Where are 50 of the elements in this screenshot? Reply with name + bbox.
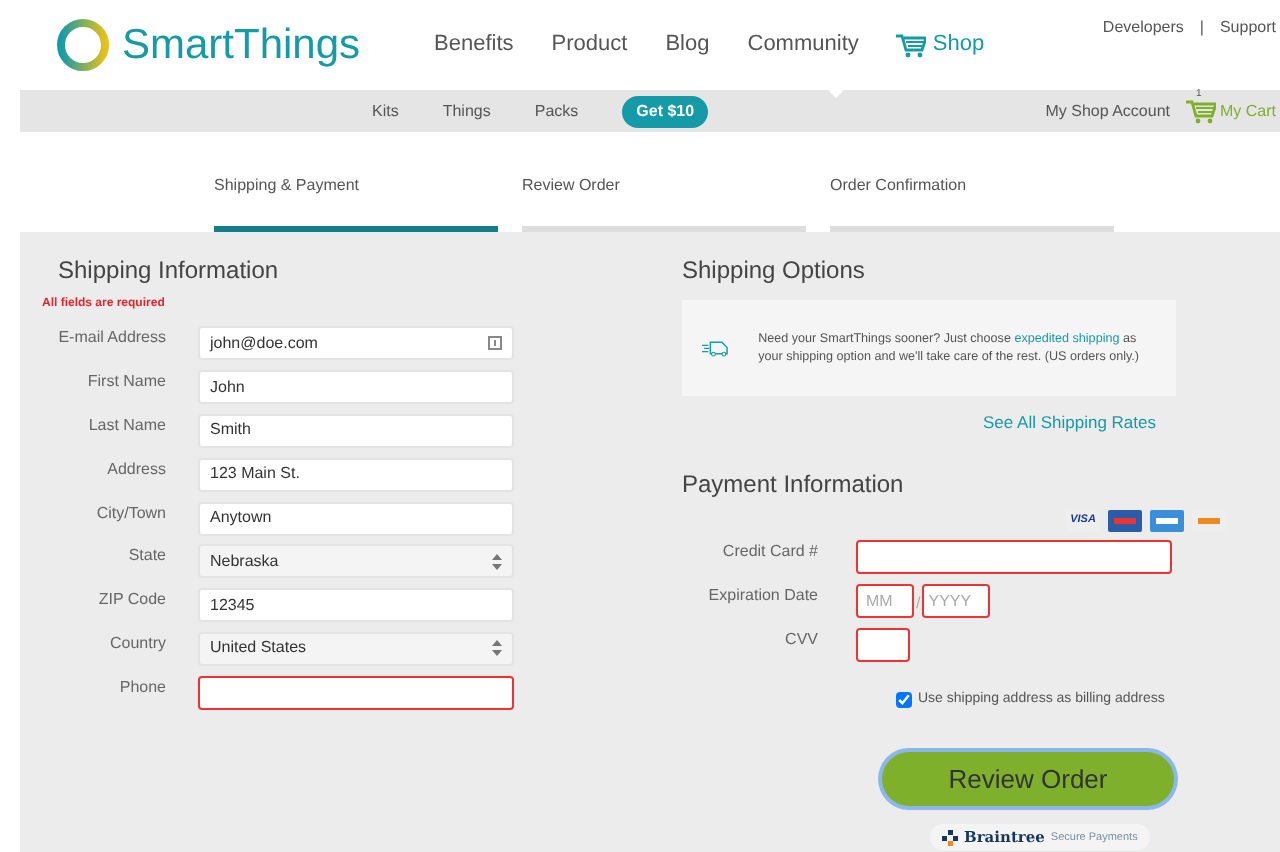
section-title: Shipping Options (682, 256, 867, 285)
field-label: Expiration Date (706, 583, 820, 608)
card-icon (1150, 509, 1184, 532)
utility-link[interactable]: Support (1219, 16, 1276, 40)
input-field[interactable]: YYYY (922, 583, 991, 618)
input-field[interactable] (856, 539, 1172, 574)
section-title: Shipping Information (58, 256, 281, 285)
subnav-link[interactable]: Things (442, 99, 491, 123)
nav-link[interactable]: Benefits (434, 28, 514, 62)
field-label: CVV (783, 627, 820, 652)
subnav-link[interactable]: Packs (534, 99, 579, 123)
subnav-link[interactable]: Kits (372, 99, 399, 123)
input-field[interactable]: 123 Main St. (198, 457, 514, 492)
field-label: State (126, 544, 168, 569)
select-field[interactable]: United States (198, 631, 514, 666)
brand-name: SmartThings (122, 19, 361, 72)
input-field[interactable]: john@doe.com (198, 326, 514, 361)
autofill-icon[interactable] (488, 336, 502, 351)
field-label: Phone (117, 675, 168, 700)
ring-logo-icon (56, 18, 110, 72)
nav-link[interactable]: Blog (665, 28, 710, 62)
input-field[interactable] (856, 627, 910, 662)
diamond-logo-icon (942, 829, 958, 846)
checkbox[interactable] (896, 691, 912, 708)
field-label: ZIP Code (96, 588, 168, 613)
field-label: E-mail Address (56, 326, 168, 351)
input-field[interactable]: MM (856, 583, 914, 618)
field-label: Credit Card # (720, 539, 820, 564)
field-label: City/Town (94, 501, 168, 526)
input-field[interactable] (198, 675, 514, 710)
date-separator: / (916, 591, 921, 616)
field-label: Country (107, 631, 168, 656)
account-link[interactable]: My Shop Account (1045, 99, 1170, 123)
field-label: Last Name (86, 413, 168, 438)
separator: | (1199, 16, 1204, 40)
cart-icon (1186, 99, 1216, 123)
field-label: Address (105, 457, 168, 482)
input-field[interactable]: Anytown (198, 501, 514, 536)
input-field[interactable]: Smith (198, 413, 514, 448)
nav-link[interactable]: Community (747, 28, 859, 62)
review-order-button[interactable]: Review Order (882, 752, 1174, 807)
section-title: Payment Information (682, 470, 906, 500)
select-arrows-icon (492, 553, 502, 570)
utility-link[interactable]: Developers (1102, 16, 1184, 40)
input-field[interactable]: John (198, 370, 514, 405)
select-arrows-icon (492, 640, 502, 657)
select-field[interactable]: Nebraska (198, 544, 514, 579)
field-label: First Name (85, 370, 168, 395)
input-field[interactable]: 12345 (198, 588, 514, 623)
nav-link[interactable]: Product (551, 28, 628, 62)
